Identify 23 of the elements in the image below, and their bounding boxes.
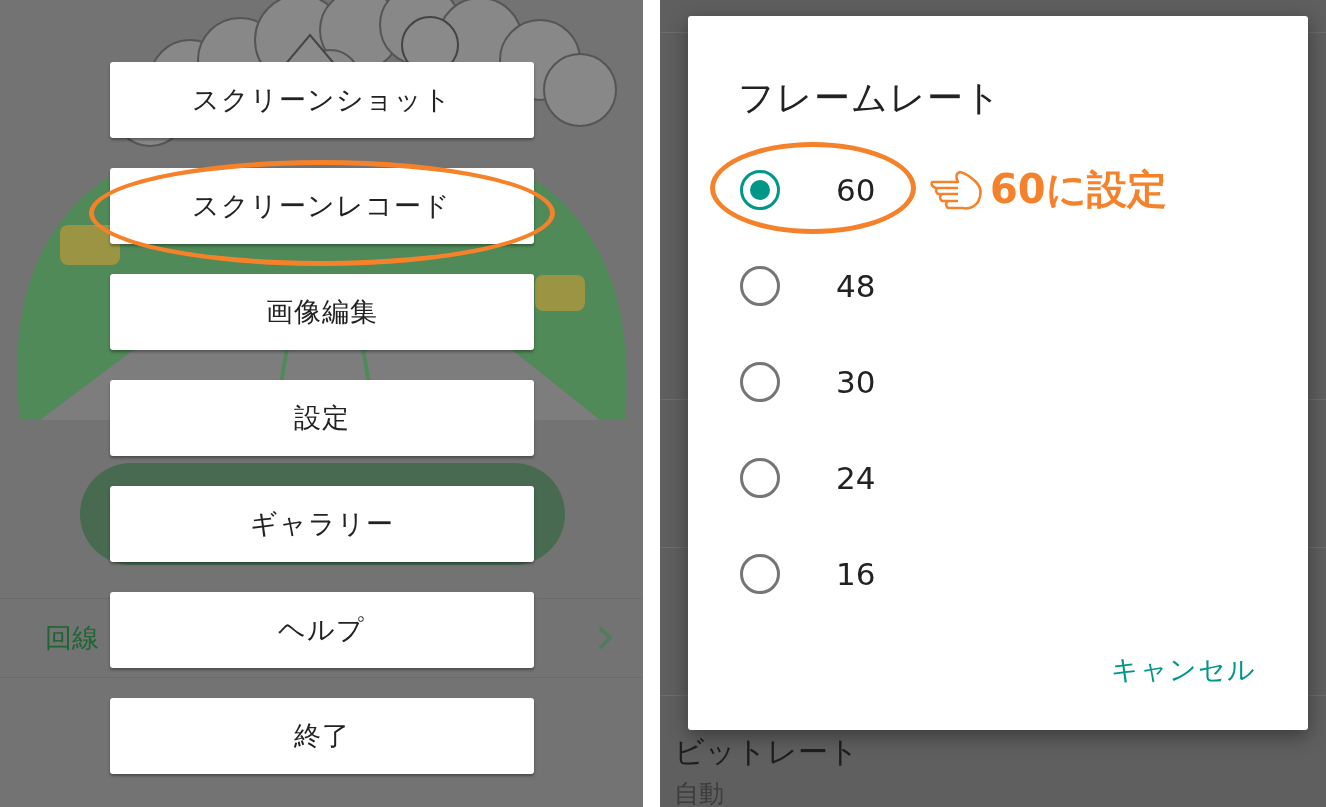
radio-button[interactable] bbox=[740, 554, 780, 594]
menu-button[interactable]: スクリーンショット bbox=[109, 62, 534, 138]
list-row-label: 回線 bbox=[45, 621, 99, 655]
option-label[interactable]: 30 bbox=[836, 364, 876, 400]
setting-title: ビットレート bbox=[674, 733, 860, 771]
radio-button[interactable] bbox=[740, 266, 780, 306]
cancel-button[interactable]: キャンセル bbox=[1107, 648, 1260, 692]
chevron-right-icon bbox=[597, 625, 613, 651]
radio-button[interactable] bbox=[740, 362, 780, 402]
menu-button[interactable]: ヘルプ bbox=[109, 592, 534, 668]
radio-button[interactable] bbox=[740, 170, 780, 210]
radio-button[interactable] bbox=[740, 458, 780, 498]
dialog-title: フレームレート bbox=[738, 76, 1003, 120]
menu-button[interactable]: 終了 bbox=[109, 698, 534, 774]
menu-button[interactable]: 画像編集 bbox=[109, 274, 534, 350]
option-label[interactable]: 24 bbox=[836, 460, 876, 496]
option-label[interactable]: 16 bbox=[836, 556, 876, 592]
annotation-text: 60に設定 bbox=[990, 165, 1167, 214]
option-label[interactable]: 48 bbox=[836, 268, 876, 304]
menu-button[interactable]: ギャラリー bbox=[109, 486, 534, 562]
option-label[interactable]: 60 bbox=[836, 172, 876, 208]
menu-button[interactable]: スクリーンレコード bbox=[109, 168, 534, 244]
menu-button[interactable]: 設定 bbox=[109, 380, 534, 456]
